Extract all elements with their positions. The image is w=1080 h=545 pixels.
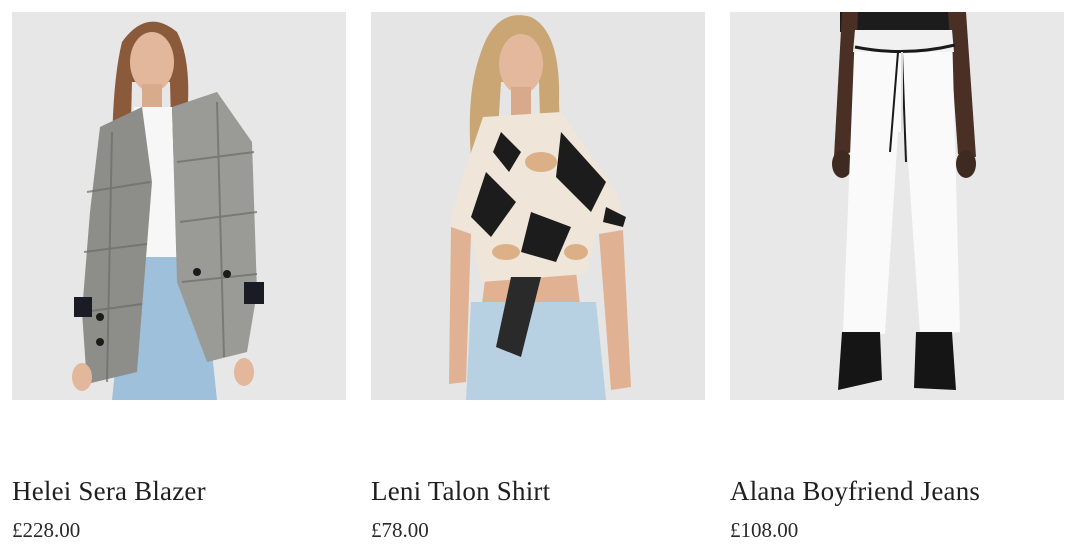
model-in-white-jeans-image bbox=[730, 12, 1064, 400]
product-image[interactable] bbox=[12, 12, 346, 400]
product-name[interactable]: Alana Boyfriend Jeans bbox=[730, 475, 980, 507]
model-in-check-blazer-image bbox=[12, 12, 346, 400]
product-price: £108.00 bbox=[730, 518, 799, 542]
product-name[interactable]: Helei Sera Blazer bbox=[12, 475, 206, 507]
product-price: £228.00 bbox=[12, 518, 81, 542]
model-in-printed-tie-shirt-image bbox=[371, 12, 705, 400]
product-card[interactable]: Leni Talon Shirt £78.00 bbox=[371, 12, 705, 542]
product-name[interactable]: Leni Talon Shirt bbox=[371, 475, 550, 507]
product-card[interactable]: Alana Boyfriend Jeans £108.00 bbox=[730, 12, 1064, 542]
product-price: £78.00 bbox=[371, 518, 429, 542]
product-image[interactable] bbox=[371, 12, 705, 400]
product-grid: Helei Sera Blazer £228.00 Leni Talon Shi… bbox=[0, 0, 1080, 545]
product-image[interactable] bbox=[730, 12, 1064, 400]
product-card[interactable]: Helei Sera Blazer £228.00 bbox=[12, 12, 346, 542]
